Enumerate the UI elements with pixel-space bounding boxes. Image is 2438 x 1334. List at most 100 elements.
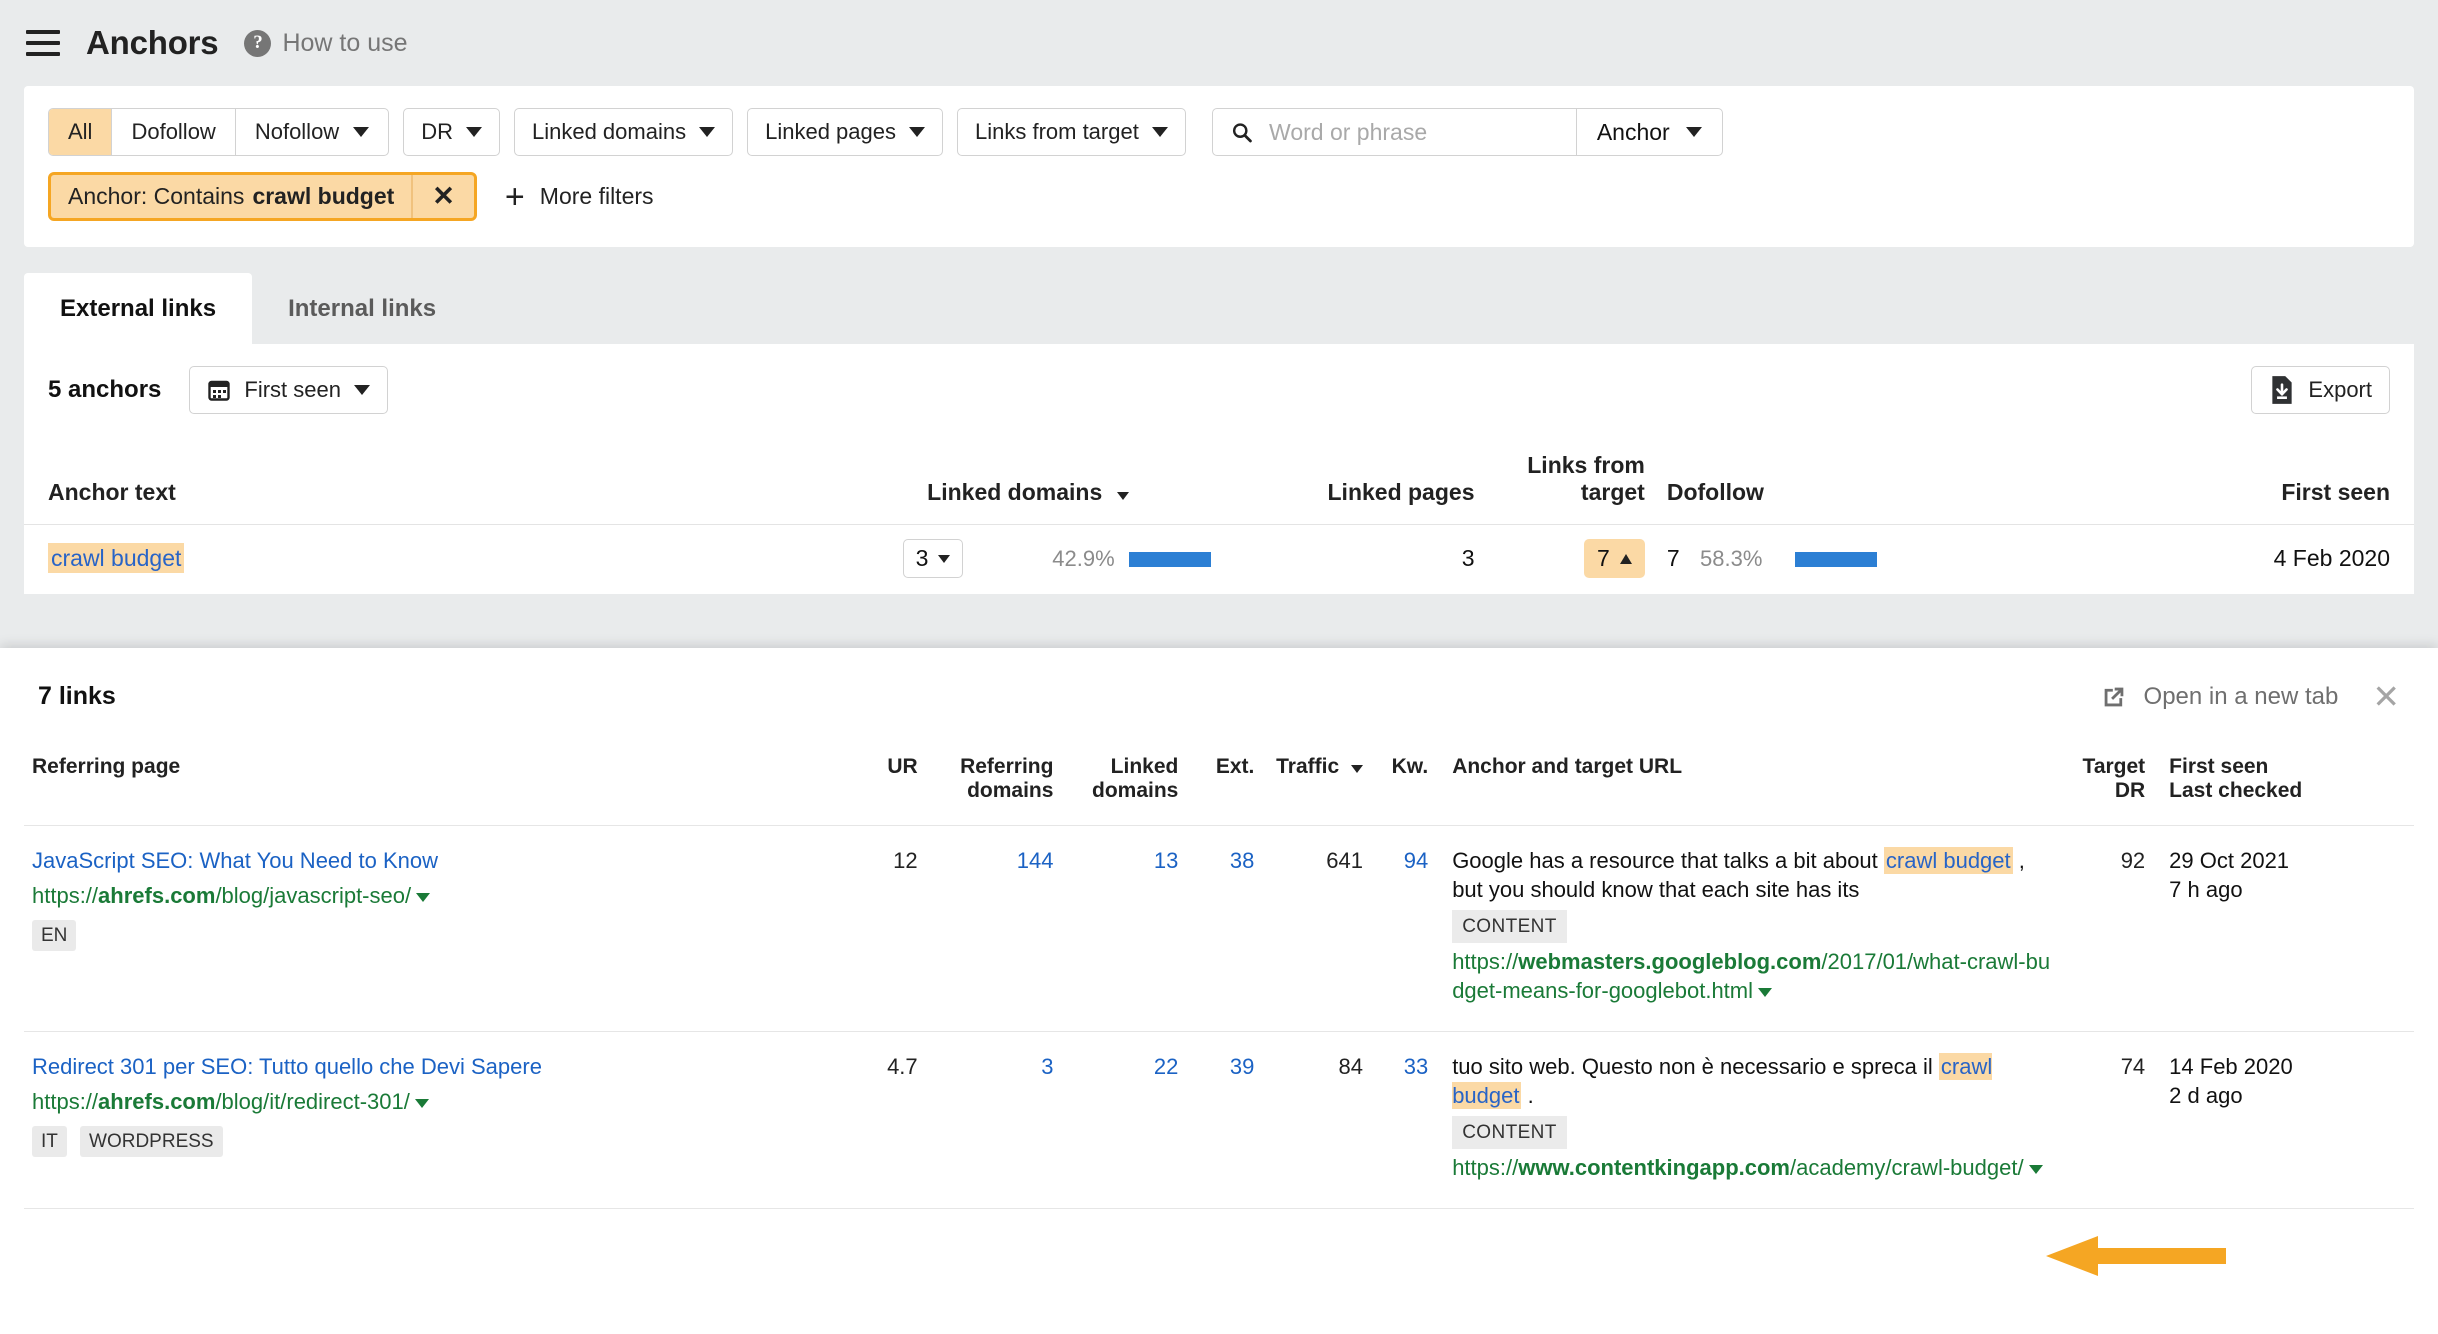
referring-page-url[interactable]: https://ahrefs.com/blog/it/redirect-301/ bbox=[32, 1087, 842, 1116]
anchor-text-value[interactable]: crawl budget bbox=[48, 543, 185, 573]
search-box[interactable] bbox=[1213, 109, 1576, 155]
anchor-and-target-url-cell: Google has a resource that talks a bit a… bbox=[1436, 825, 2067, 1033]
filter-links-from-target[interactable]: Links from target bbox=[956, 108, 1186, 156]
how-to-use-link[interactable]: ? How to use bbox=[244, 29, 408, 58]
active-filter-chip-value: crawl budget bbox=[252, 183, 395, 209]
target-url[interactable]: https://webmasters.googleblog.com/2017/0… bbox=[1452, 949, 2050, 1003]
chevron-down-icon[interactable] bbox=[1758, 987, 1773, 997]
calendar-icon bbox=[208, 380, 231, 401]
tab-external-links[interactable]: External links bbox=[24, 273, 253, 344]
tab-internal-links[interactable]: Internal links bbox=[252, 273, 472, 344]
filter-nofollow-label: Nofollow bbox=[254, 119, 340, 144]
chevron-down-icon bbox=[1685, 127, 1702, 137]
first-seen-value: 14 Feb 2020 bbox=[2169, 1054, 2293, 1080]
export-button[interactable]: Export bbox=[2251, 366, 2390, 414]
linked-domains-pct: 42.9% bbox=[1052, 546, 1115, 571]
close-icon[interactable]: ✕ bbox=[413, 175, 474, 218]
col-linked-domains-inner[interactable]: Linked domains bbox=[1061, 739, 1187, 826]
col-referring-domains[interactable]: Referring domains bbox=[925, 739, 1062, 826]
search-input[interactable] bbox=[1267, 117, 1558, 147]
linked-pages-cell: 3 bbox=[1461, 545, 1475, 571]
open-in-new-tab-button[interactable]: Open in a new tab bbox=[2100, 682, 2339, 711]
export-label: Export bbox=[2308, 377, 2372, 402]
search-scope-select[interactable]: Anchor bbox=[1575, 109, 1722, 155]
last-checked-value: 7 h ago bbox=[2169, 877, 2243, 903]
col-referring-page[interactable]: Referring page bbox=[24, 739, 850, 826]
col-ur[interactable]: UR bbox=[849, 739, 926, 826]
filter-links-from-target-label: Links from target bbox=[974, 119, 1139, 144]
target-url[interactable]: https://www.contentkingapp.com/academy/c… bbox=[1452, 1155, 2043, 1181]
linked-domains-bar-cell bbox=[1128, 525, 1253, 595]
filter-linked-domains[interactable]: Linked domains bbox=[513, 108, 734, 156]
follow-type-segmented-control: All Dofollow Nofollow bbox=[48, 108, 390, 156]
url-scheme: https:// bbox=[32, 883, 99, 909]
filter-linked-pages[interactable]: Linked pages bbox=[747, 108, 943, 156]
link-position-tag: CONTENT bbox=[1452, 1116, 1567, 1150]
linked-domains-cell[interactable]: 22 bbox=[1061, 1031, 1187, 1210]
referring-page-title[interactable]: Redirect 301 per SEO: Tutto quello che D… bbox=[32, 1052, 842, 1081]
col-first-seen-last-checked[interactable]: First seen Last checked bbox=[2153, 739, 2414, 826]
chevron-down-icon[interactable] bbox=[416, 892, 431, 902]
anchors-table: Anchor text Linked domains Linked pages … bbox=[24, 438, 2414, 594]
last-checked-value: 2 d ago bbox=[2169, 1083, 2243, 1109]
page-tag: IT bbox=[32, 1126, 67, 1158]
filter-linked-pages-label: Linked pages bbox=[765, 119, 896, 144]
ext-cell[interactable]: 38 bbox=[1186, 825, 1263, 1033]
col-first-seen-line1: First seen bbox=[2169, 755, 2269, 778]
filter-dofollow[interactable]: Dofollow bbox=[112, 109, 236, 155]
chevron-down-icon[interactable] bbox=[414, 1098, 429, 1108]
target-url-domain: www.contentkingapp.com bbox=[1518, 1155, 1790, 1181]
col-linked-pages[interactable]: Linked pages bbox=[1252, 438, 1475, 525]
col-links-from-target[interactable]: Links from target bbox=[1474, 438, 1645, 525]
table-row[interactable]: crawl budget 3 42.9% 3 7 7 58.3% 4 Feb 2… bbox=[24, 525, 2414, 595]
links-from-target-expander[interactable]: 7 bbox=[1584, 539, 1645, 578]
url-path: /blog/javascript-seo/ bbox=[215, 883, 412, 909]
first-seen-last-checked-cell: 29 Oct 2021 7 h ago bbox=[2153, 825, 2414, 1033]
first-seen-value: 29 Oct 2021 bbox=[2169, 848, 2290, 873]
anchor-text-cell: crawl budget bbox=[24, 525, 747, 595]
active-filter-chip-anchor[interactable]: Anchor: Contains crawl budget ✕ bbox=[48, 172, 477, 221]
referring-page-url[interactable]: https://ahrefs.com/blog/javascript-seo/ bbox=[32, 881, 842, 910]
close-icon[interactable]: ✕ bbox=[2372, 680, 2400, 713]
chevron-down-icon[interactable] bbox=[2028, 1165, 2043, 1175]
col-anchor-text[interactable]: Anchor text bbox=[24, 438, 747, 525]
referring-domains-cell[interactable]: 144 bbox=[925, 825, 1062, 1033]
ext-cell[interactable]: 39 bbox=[1186, 1031, 1263, 1210]
date-filter-button[interactable]: First seen bbox=[189, 366, 388, 414]
links-panel: 7 links Open in a new tab ✕ Referring pa… bbox=[0, 648, 2438, 1334]
linked-domains-expander[interactable]: 3 bbox=[902, 539, 964, 578]
table-row[interactable]: JavaScript SEO: What You Need to Know ht… bbox=[24, 825, 2414, 1033]
linked-domains-cell[interactable]: 13 bbox=[1061, 825, 1187, 1033]
target-url-scheme: https:// bbox=[1452, 949, 1519, 975]
anchor-text-before: tuo sito web. Questo non è necessario e … bbox=[1452, 1054, 1939, 1080]
ur-cell: 12 bbox=[849, 825, 926, 1033]
col-dofollow[interactable]: Dofollow bbox=[1644, 438, 2058, 525]
search-group: Anchor bbox=[1211, 108, 1723, 156]
target-url-path: /academy/crawl-budget/ bbox=[1790, 1155, 2024, 1181]
col-linked-domains[interactable]: Linked domains bbox=[746, 438, 1129, 525]
chevron-down-icon bbox=[1151, 127, 1168, 137]
url-domain: ahrefs.com bbox=[98, 883, 216, 909]
filter-all[interactable]: All bbox=[49, 109, 113, 155]
col-traffic[interactable]: Traffic bbox=[1262, 739, 1372, 826]
filter-nofollow[interactable]: Nofollow bbox=[236, 109, 388, 155]
open-in-new-tab-label: Open in a new tab bbox=[2143, 682, 2339, 710]
col-kw[interactable]: Kw. bbox=[1371, 739, 1437, 826]
page-title: Anchors bbox=[86, 24, 219, 61]
more-filters-button[interactable]: + More filters bbox=[505, 180, 654, 214]
table-row[interactable]: Redirect 301 per SEO: Tutto quello che D… bbox=[24, 1031, 2414, 1210]
referring-page-title[interactable]: JavaScript SEO: What You Need to Know bbox=[32, 846, 842, 875]
target-url-scheme: https:// bbox=[1452, 1155, 1519, 1181]
kw-cell[interactable]: 33 bbox=[1371, 1031, 1437, 1210]
kw-cell[interactable]: 94 bbox=[1371, 825, 1437, 1033]
chevron-down-icon bbox=[1351, 765, 1364, 773]
hamburger-icon[interactable] bbox=[26, 30, 60, 56]
col-anchor-target-url[interactable]: Anchor and target URL bbox=[1436, 739, 2067, 826]
traffic-cell: 84 bbox=[1262, 1031, 1372, 1210]
col-target-dr[interactable]: Target DR bbox=[2066, 739, 2154, 826]
filter-dr[interactable]: DR bbox=[403, 108, 500, 156]
referring-domains-cell[interactable]: 3 bbox=[925, 1031, 1062, 1210]
links-from-target-value: 7 bbox=[1597, 545, 1610, 571]
col-first-seen[interactable]: First seen bbox=[2057, 438, 2414, 525]
col-ext[interactable]: Ext. bbox=[1186, 739, 1263, 826]
